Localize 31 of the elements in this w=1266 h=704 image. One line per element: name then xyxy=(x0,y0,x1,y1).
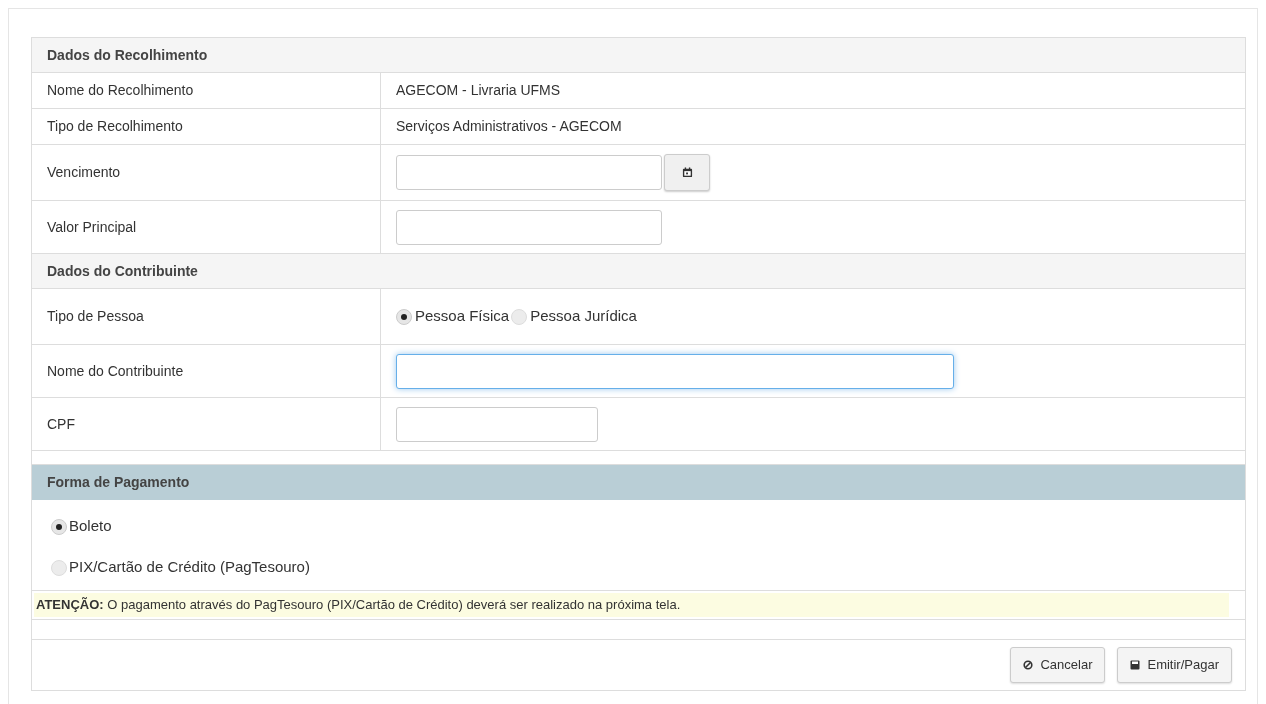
calendar-icon xyxy=(681,167,693,178)
radio-button[interactable] xyxy=(396,308,412,325)
field-label: Nome do Recolhimento xyxy=(47,81,194,100)
submit-button[interactable]: Emitir/Pagar xyxy=(1117,647,1232,683)
field-label: CPF xyxy=(47,414,75,434)
text-field[interactable] xyxy=(396,353,954,389)
radio-label: Pessoa Física xyxy=(415,306,510,327)
text-field[interactable] xyxy=(396,209,662,245)
calendar-button[interactable] xyxy=(664,154,710,191)
radio-button[interactable] xyxy=(511,308,528,325)
field-label: Valor Principal xyxy=(47,217,137,237)
text-field[interactable] xyxy=(396,406,598,442)
field-value: Serviços Administrativos - AGECOM xyxy=(396,117,622,136)
floppy-icon xyxy=(1130,660,1141,670)
field-label: Tipo de Pessoa xyxy=(47,307,144,326)
field-value: AGECOM - Livraria UFMS xyxy=(396,81,561,100)
radio-button[interactable] xyxy=(51,518,67,535)
cancel-button[interactable]: Cancelar xyxy=(1010,647,1106,683)
field-label: Vencimento xyxy=(47,163,121,182)
section-header: Forma de Pagamento xyxy=(32,465,1245,500)
ban-icon xyxy=(1023,660,1034,670)
notice-text: ATENÇÃO: O pagamento através do PagTesouro (PIX/Cartão de Crédito) deverá ser realizado na próxima tela. xyxy=(36,596,681,615)
field-label: Nome do Contribuinte xyxy=(47,361,184,381)
field-label: Tipo de Recolhimento xyxy=(47,117,183,136)
date-field[interactable] xyxy=(396,155,662,190)
section-header: Dados do Contribuinte xyxy=(32,254,1245,289)
radio-button[interactable] xyxy=(51,559,67,576)
radio-label: Pessoa Jurídica xyxy=(530,306,637,327)
radio-label: PIX/Cartão de Crédito (PagTesouro) xyxy=(69,557,310,578)
radio-label: Boleto xyxy=(69,516,112,537)
section-header: Dados do Recolhimento xyxy=(32,38,1245,73)
